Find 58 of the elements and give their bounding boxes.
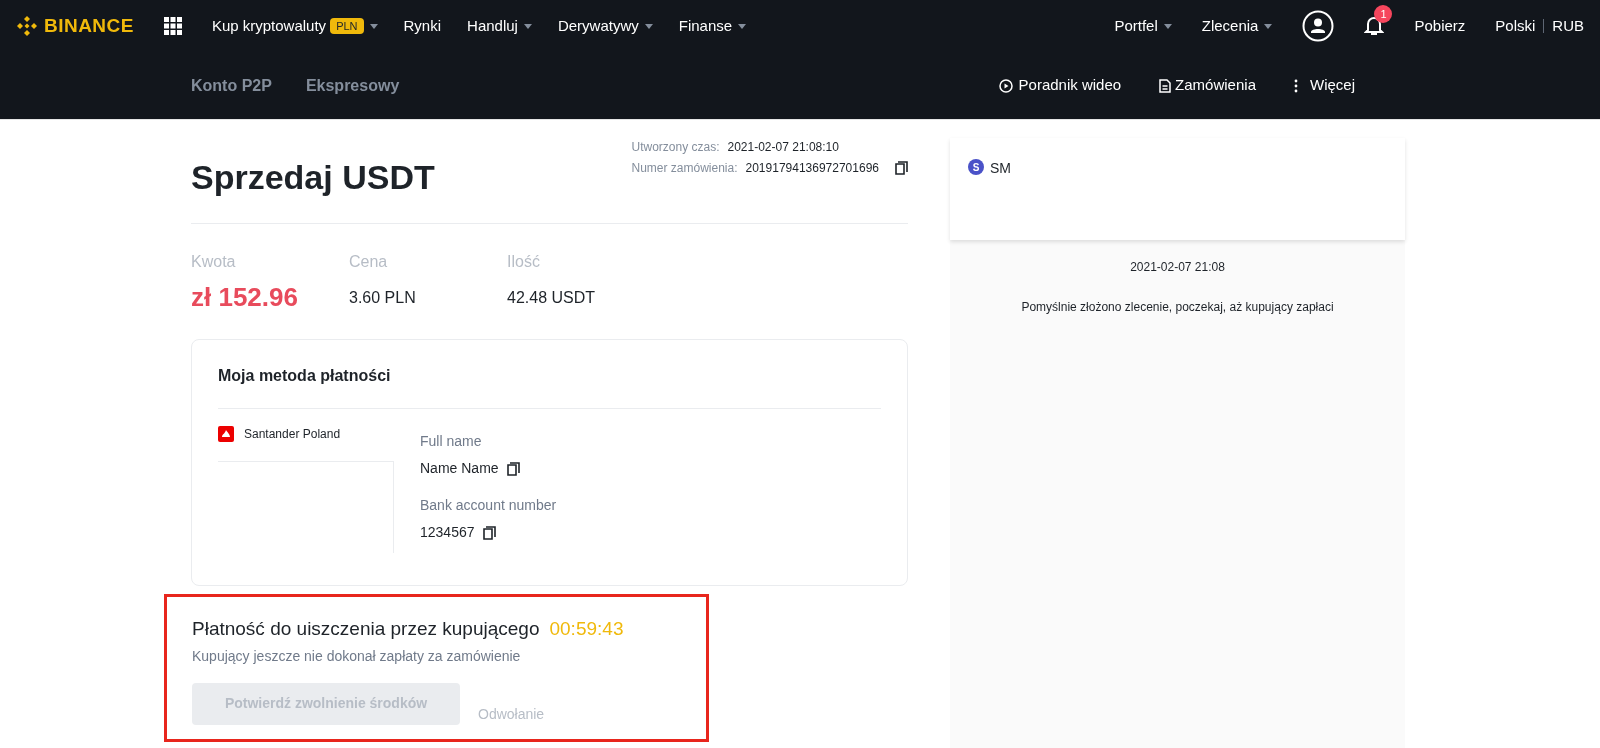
subnav-action-link[interactable]: Więcej (1294, 74, 1355, 97)
meta-value: 2021-02-07 21:08:10 (727, 139, 839, 156)
avatar-initial: S (968, 159, 984, 175)
card-title: Moja metoda płatności (218, 364, 881, 409)
stat-value: 42.48 USDT (507, 288, 597, 308)
caret-icon (1264, 23, 1273, 29)
caret-icon (523, 23, 532, 29)
subnav-action-link[interactable]: Zamówienia (1159, 74, 1256, 97)
subnav-tab[interactable]: Konto P2P (191, 73, 272, 98)
download-link[interactable]: Pobierz (1414, 14, 1466, 38)
stat-value: 3.60 PLN (349, 288, 417, 308)
message-time: 2021-02-07 21:08 (1130, 259, 1225, 276)
system-message: Pomyślnie złożono zlecenie, poczekaj, aż kupujący zapłaci (1021, 299, 1334, 316)
play-circle-icon (998, 78, 1013, 93)
nav-menu-item[interactable]: Portfel (1114, 14, 1172, 38)
nav-menu-item[interactable]: Zlecenia (1201, 14, 1273, 38)
currency-link[interactable]: RUB (1552, 14, 1584, 38)
user-account-icon[interactable] (1302, 10, 1335, 42)
meta-value: 20191794136972701696 (745, 160, 879, 177)
nav-menu-item[interactable]: Finanse (678, 14, 747, 38)
status-title: Płatność do uiszczenia przez kupującego (192, 617, 540, 641)
bank-logo-icon (218, 426, 234, 442)
caret-icon (644, 23, 653, 29)
currency-badge: PLN (330, 17, 364, 35)
field-label: Bank account number (420, 496, 557, 515)
meta-label: Numer zamówienia: (631, 160, 738, 177)
document-icon (1159, 78, 1172, 93)
caret-icon (369, 23, 378, 29)
nav-menu-item[interactable]: Handluj (467, 14, 532, 38)
bank-name: Santander Poland (244, 426, 341, 443)
nav-menu-item[interactable]: Derywatywy (557, 14, 653, 38)
caret-icon (738, 23, 747, 29)
more-vertical-icon (1294, 78, 1298, 93)
stat-value: zł 152.96 (191, 281, 299, 314)
stat-label: Cena (349, 252, 389, 272)
field-value: Name Name (420, 459, 499, 478)
field-label: Full name (420, 432, 483, 451)
copy-icon[interactable] (895, 161, 908, 175)
copy-icon[interactable] (482, 525, 496, 540)
status-subtitle: Kupujący jeszcze nie dokonał zapłaty za zamówienie (192, 646, 522, 666)
stat-label: Kwota (191, 252, 237, 272)
nav-menu-item[interactable]: Kup kryptowaluty PLN (211, 14, 378, 38)
brand-logo-text: BINANCE (44, 13, 134, 38)
countdown-timer: 00:59:43 (549, 617, 624, 641)
nav-menu-item[interactable]: Rynki (403, 14, 442, 38)
language-link[interactable]: Polski (1495, 14, 1536, 38)
counterparty-name: SM (990, 159, 1011, 178)
copy-icon[interactable] (506, 461, 520, 476)
subnav-tab[interactable]: Ekspresowy (305, 73, 400, 98)
diamond-logo-icon (16, 15, 38, 37)
notification-count: 1 (1374, 5, 1393, 23)
field-value: 1234567 (420, 523, 475, 542)
apps-grid-icon[interactable] (163, 17, 182, 35)
stat-label: Ilość (507, 252, 541, 272)
meta-label: Utworzony czas: (631, 139, 720, 156)
order-title: Sprzedaj USDT (191, 157, 435, 198)
caret-icon (1163, 23, 1172, 29)
subnav-action-link[interactable]: Poradnik wideo (998, 74, 1122, 97)
